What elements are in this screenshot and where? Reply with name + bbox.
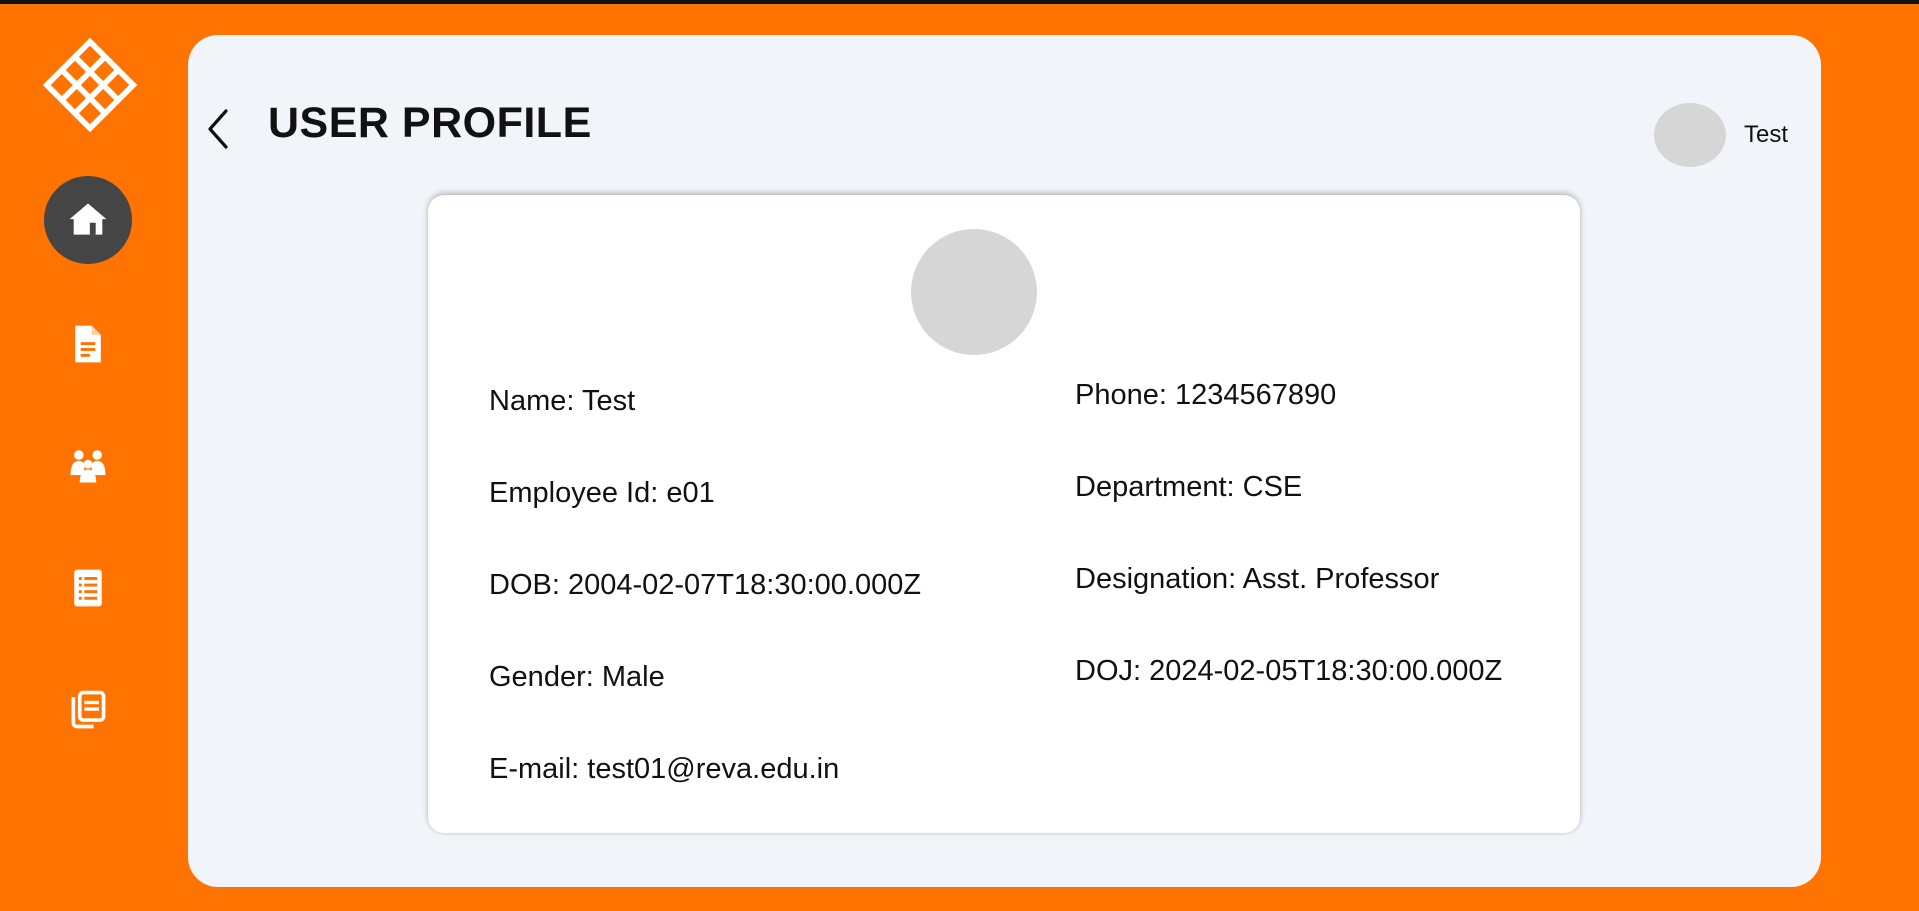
sidebar-item-users[interactable] bbox=[44, 422, 132, 510]
sidebar-item-home[interactable] bbox=[44, 176, 132, 264]
app-logo bbox=[42, 37, 138, 133]
users-icon bbox=[70, 450, 106, 483]
user-avatar[interactable] bbox=[1654, 103, 1726, 167]
profile-dob: DOB: 2004-02-07T18:30:00.000Z bbox=[489, 569, 922, 601]
top-border bbox=[0, 0, 1919, 4]
profile-gender: Gender: Male bbox=[489, 661, 665, 693]
profile-card: Name: Test Employee Id: e01 DOB: 2004-02… bbox=[428, 195, 1580, 833]
home-icon bbox=[69, 203, 107, 235]
profile-employee-id: Employee Id: e01 bbox=[489, 477, 715, 509]
profile-department: Department: CSE bbox=[1075, 471, 1303, 503]
sidebar-item-list[interactable] bbox=[44, 544, 132, 632]
chevron-left-icon bbox=[208, 109, 228, 149]
profile-email: E-mail: test01@reva.edu.in bbox=[489, 753, 840, 785]
profile-name: Name: Test bbox=[489, 385, 636, 417]
user-name: Test bbox=[1744, 121, 1789, 148]
copy-icon bbox=[71, 690, 106, 729]
profile-designation: Designation: Asst. Professor bbox=[1075, 563, 1440, 595]
page-title: USER PROFILE bbox=[268, 99, 592, 147]
profile-phone: Phone: 1234567890 bbox=[1075, 379, 1337, 411]
sidebar-item-copies[interactable] bbox=[44, 666, 132, 754]
sidebar-item-documents[interactable] bbox=[44, 300, 132, 388]
back-button[interactable] bbox=[198, 99, 238, 159]
document-icon bbox=[75, 325, 101, 363]
profile-doj: DOJ: 2024-02-05T18:30:00.000Z bbox=[1075, 655, 1503, 687]
sidebar bbox=[0, 4, 180, 911]
profile-avatar bbox=[911, 229, 1037, 355]
main-panel: USER PROFILE Test Name: Test Employee Id… bbox=[188, 35, 1821, 887]
list-icon bbox=[74, 569, 102, 607]
